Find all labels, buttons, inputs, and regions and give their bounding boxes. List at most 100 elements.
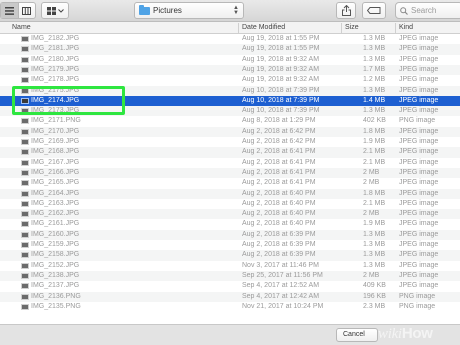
file-date-modified: Aug 19, 2018 at 9:32 AM (242, 55, 320, 63)
grid-icon (46, 6, 56, 15)
file-date-modified: Aug 2, 2018 at 6:40 PM (242, 220, 316, 228)
file-size: 2 MB (363, 179, 380, 187)
file-row[interactable]: IMG_2170.JPG Aug 2, 2018 at 6:42 PM 1.8 MB… (0, 126, 460, 137)
file-name: IMG_2161.JPG (31, 220, 80, 228)
file-date-modified: Aug 2, 2018 at 6:41 PM (242, 168, 316, 176)
file-kind: JPEG image (399, 282, 439, 290)
share-button[interactable] (336, 2, 356, 19)
file-row[interactable]: IMG_2169.JPG Aug 2, 2018 at 6:42 PM 1.9 MB… (0, 137, 460, 147)
file-name: IMG_2159.JPG (31, 241, 80, 248)
file-name: IMG_2168.JPG (31, 148, 80, 156)
file-kind: JPEG image (399, 210, 439, 218)
file-row[interactable]: IMG_2135.PNG Nov 21, 2017 at 10:24 PM 2.3 … (0, 302, 460, 312)
file-row[interactable]: IMG_2160.JPG Aug 2, 2018 at 6:39 PM 1.3 MB… (0, 229, 460, 240)
list-view-button[interactable] (1, 3, 18, 18)
wikihow-watermark: wikiHow (378, 325, 433, 343)
file-row[interactable]: IMG_2164.JPG Aug 2, 2018 at 6:40 PM 1.8 MB… (0, 188, 460, 199)
file-name: IMG_2163.JPG (31, 199, 80, 207)
file-kind: JPEG image (399, 230, 439, 238)
file-kind: JPEG image (399, 107, 439, 115)
file-row[interactable]: IMG_2182.JPG Aug 19, 2018 at 1:55 PM 1.3 M… (0, 34, 460, 44)
file-name: IMG_2173.JPG (31, 107, 80, 115)
file-row[interactable]: IMG_2137.JPG Sep 4, 2017 at 12:52 AM 409 K… (0, 281, 460, 291)
file-size: 2.3 MB (363, 302, 386, 310)
column-view-button[interactable] (17, 3, 36, 18)
image-file-icon (21, 66, 29, 73)
file-row[interactable]: IMG_2173.JPG Aug 10, 2018 at 7:39 PM 1.3 M… (0, 106, 460, 117)
column-divider[interactable] (395, 23, 396, 33)
column-divider[interactable] (341, 23, 342, 33)
view-mode-segment[interactable] (0, 2, 36, 19)
folder-icon (139, 4, 150, 15)
file-row[interactable]: IMG_2181.JPG Aug 19, 2018 at 1:55 PM 1.3 M… (0, 44, 460, 55)
file-size: 2.1 MB (363, 158, 386, 166)
file-name: IMG_2179.JPG (31, 65, 80, 73)
file-date-modified: Aug 19, 2018 at 1:55 PM (242, 35, 320, 42)
file-row[interactable]: IMG_2178.JPG Aug 19, 2018 at 9:32 AM 1.2 M… (0, 75, 460, 85)
file-size: 2.1 MB (363, 199, 386, 207)
column-date-modified[interactable]: Date Modified (242, 24, 285, 31)
column-name[interactable]: Name (12, 24, 31, 31)
file-size: 2 MB (363, 168, 380, 176)
file-size: 1.3 MB (363, 241, 386, 248)
file-row[interactable]: IMG_2159.JPG Aug 2, 2018 at 6:39 PM 1.3 MB… (0, 240, 460, 250)
file-date-modified: Sep 4, 2017 at 12:52 AM (242, 282, 320, 290)
file-size: 2.1 MB (363, 148, 386, 156)
file-row[interactable]: IMG_2174.JPG Aug 10, 2018 at 7:39 PM 1.4 M… (0, 95, 460, 107)
file-name: IMG_2136.PNG (31, 292, 81, 300)
file-kind: JPEG image (399, 271, 439, 279)
file-row[interactable]: IMG_2158.JPG Aug 2, 2018 at 6:39 PM 1.3 MB… (0, 250, 460, 261)
image-file-icon (21, 46, 29, 53)
file-name: IMG_2178.JPG (31, 76, 80, 84)
group-by-button[interactable] (41, 2, 69, 19)
file-row[interactable]: IMG_2175.JPG Aug 10, 2018 at 7:39 PM 1.3 M… (0, 85, 460, 96)
file-date-modified: Nov 21, 2017 at 10:24 PM (242, 302, 324, 310)
file-row[interactable]: IMG_2171.PNG Aug 8, 2018 at 1:29 PM 402 KB… (0, 116, 460, 126)
column-divider[interactable] (238, 23, 239, 33)
file-kind: JPEG image (399, 148, 439, 156)
file-row[interactable]: IMG_2168.JPG Aug 2, 2018 at 6:41 PM 2.1 MB… (0, 147, 460, 158)
file-row[interactable]: IMG_2163.JPG Aug 2, 2018 at 6:40 PM 2.1 MB… (0, 199, 460, 209)
image-file-icon (21, 87, 29, 94)
tag-icon (367, 7, 381, 14)
location-popup[interactable]: Pictures ▲ ▼ (134, 2, 244, 19)
search-field[interactable]: Search (395, 2, 460, 19)
file-row[interactable]: IMG_2167.JPG Aug 2, 2018 at 6:41 PM 2.1 MB… (0, 158, 460, 168)
file-kind: JPEG image (399, 65, 439, 73)
chevron-down-icon (57, 8, 64, 13)
file-size: 2 MB (363, 271, 380, 279)
file-list: IMG_2182.JPG Aug 19, 2018 at 1:55 PM 1.3 M… (0, 34, 460, 324)
file-row[interactable]: IMG_2180.JPG Aug 19, 2018 at 9:32 AM 1.3 M… (0, 55, 460, 65)
file-date-modified: Aug 10, 2018 at 7:39 PM (242, 86, 320, 94)
file-size: 1.4 MB (363, 96, 386, 104)
image-file-icon (21, 221, 29, 228)
image-file-icon (21, 77, 29, 84)
file-size: 1.3 MB (363, 251, 386, 259)
column-size[interactable]: Size (345, 24, 359, 31)
tag-button[interactable] (362, 2, 386, 19)
file-kind: PNG image (399, 117, 436, 125)
image-file-icon (21, 303, 29, 310)
file-size: 1.9 MB (363, 138, 386, 145)
file-kind: JPEG image (399, 220, 439, 228)
cancel-button[interactable]: Cancel (336, 328, 378, 342)
file-kind: JPEG image (399, 127, 439, 135)
file-row[interactable]: IMG_2136.PNG Sep 4, 2017 at 12:42 AM 196 K… (0, 291, 460, 302)
file-date-modified: Aug 2, 2018 at 6:40 PM (242, 189, 316, 197)
file-row[interactable]: IMG_2162.JPG Aug 2, 2018 at 6:40 PM 2 MB JP… (0, 209, 460, 220)
file-row[interactable]: IMG_2179.JPG Aug 19, 2018 at 9:32 AM 1.7 M… (0, 64, 460, 76)
file-kind: JPEG image (399, 158, 439, 166)
file-date-modified: Aug 19, 2018 at 9:32 AM (242, 65, 320, 73)
file-row[interactable]: IMG_2166.JPG Aug 2, 2018 at 6:41 PM 2 MB JP… (0, 167, 460, 179)
column-kind[interactable]: Kind (399, 24, 413, 31)
file-kind: JPEG image (399, 261, 439, 269)
file-name: IMG_2174.JPG (31, 96, 80, 104)
file-date-modified: Aug 2, 2018 at 6:39 PM (242, 241, 316, 248)
file-row[interactable]: IMG_2165.JPG Aug 2, 2018 at 6:41 PM 2 MB JP… (0, 178, 460, 188)
file-row[interactable]: IMG_2161.JPG Aug 2, 2018 at 6:40 PM 1.9 MB… (0, 219, 460, 229)
file-row[interactable]: IMG_2152.JPG Nov 3, 2017 at 11:46 PM 1.3 M… (0, 261, 460, 271)
file-size: 409 KB (363, 282, 386, 290)
file-size: 1.3 MB (363, 55, 386, 63)
file-row[interactable]: IMG_2138.JPG Sep 25, 2017 at 11:56 PM 2 MB… (0, 270, 460, 282)
updown-chevron-icon: ▲ ▼ (233, 4, 239, 16)
